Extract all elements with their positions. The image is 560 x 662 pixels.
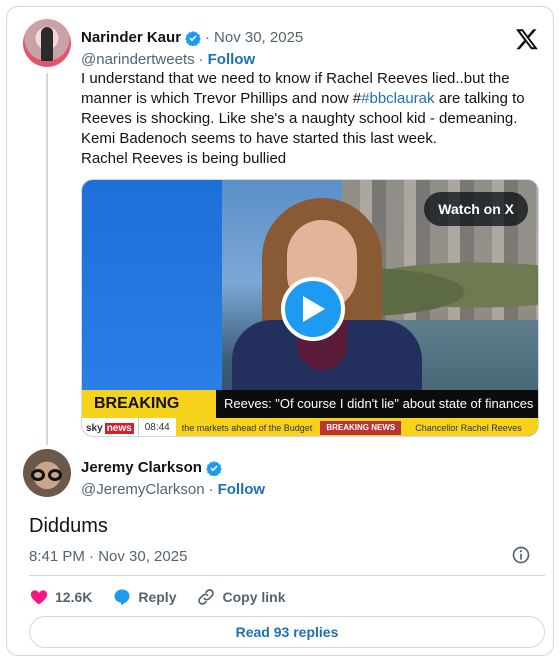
reply-tweet-text: Diddums (29, 515, 108, 537)
watch-on-x-button[interactable]: Watch on X (424, 192, 528, 226)
tweet-embed-card: Narinder Kaur · Nov 30, 2025 @narindertw… (6, 6, 554, 656)
reply-bubble-icon (114, 589, 130, 606)
author-handle[interactable]: @narindertweets (81, 51, 195, 68)
video-thumbnail[interactable]: Watch on X BREAKING NEWS Reeves: "Of cou… (81, 179, 539, 437)
verified-badge-icon (185, 30, 201, 46)
breaking-news-label: BREAKING NEWS (82, 390, 216, 436)
ticker-text: the markets ahead of the Budget (181, 423, 313, 433)
news-headline: Reeves: "Of course I didn't lie" about s… (216, 390, 538, 418)
read-replies-button[interactable]: Read 93 replies (29, 616, 545, 648)
ticker-badge: BREAKING NEWS (320, 421, 402, 435)
hashtag-link[interactable]: #bbclaurak (361, 90, 434, 107)
copy-link-label: Copy link (222, 589, 286, 605)
like-count: 12.6K (55, 589, 93, 605)
avatar[interactable] (23, 19, 71, 67)
play-button[interactable] (281, 277, 345, 341)
action-bar: 12.6K Reply Copy link (29, 585, 306, 609)
author-row: Jeremy Clarkson (81, 459, 222, 476)
tweet-date[interactable]: Nov 30, 2025 (214, 29, 303, 46)
author-name[interactable]: Narinder Kaur (81, 29, 181, 46)
separator-dot: · (205, 29, 211, 46)
glasses-left (31, 469, 45, 481)
verified-badge-icon (206, 460, 222, 476)
author-handle[interactable]: @JeremyClarkson (81, 481, 205, 498)
link-icon (198, 589, 215, 605)
quoted-tweet-text: I understand that we need to know if Rac… (81, 69, 541, 169)
thread-connector-line (46, 73, 48, 445)
tweet-timestamp[interactable]: 8:41 PM · Nov 30, 2025 (29, 548, 187, 565)
heart-icon (30, 590, 48, 605)
ticker-text-secondary: Chancellor Rachel Reeves (415, 423, 522, 433)
like-button[interactable]: 12.6K (29, 587, 92, 607)
studio-backdrop (82, 180, 222, 400)
broadcast-clock: 08:44 (137, 418, 176, 436)
sky-logo-text: sky (86, 422, 103, 434)
handle-row: @narindertweets · Follow (81, 51, 255, 68)
divider (29, 575, 545, 576)
x-logo-icon[interactable] (515, 27, 539, 51)
author-name[interactable]: Jeremy Clarkson (81, 459, 202, 476)
follow-button[interactable]: Follow (208, 51, 256, 68)
quoted-tweet-header: Narinder Kaur · Nov 30, 2025 @narindertw… (23, 17, 543, 73)
handle-row: @JeremyClarkson · Follow (81, 481, 265, 498)
sky-news-logo: sky news (82, 418, 138, 436)
follow-button[interactable]: Follow (218, 481, 266, 498)
news-logo-text: news (104, 422, 134, 434)
reply-label: Reply (138, 589, 177, 605)
separator-dot: · (198, 51, 204, 68)
glasses-right (48, 469, 62, 481)
author-row: Narinder Kaur · Nov 30, 2025 (81, 29, 303, 46)
separator-dot: · (208, 481, 214, 498)
reply-tweet-header: Jeremy Clarkson @JeremyClarkson · Follow (23, 447, 543, 499)
breaking-news-bar: BREAKING NEWS Reeves: "Of course I didn'… (82, 390, 538, 436)
avatar[interactable] (23, 449, 71, 497)
news-ticker: sky news 08:44 the markets ahead of the … (82, 418, 538, 436)
reply-button[interactable]: Reply (112, 587, 176, 607)
copy-link-button[interactable]: Copy link (196, 587, 286, 607)
play-icon (303, 296, 325, 322)
info-icon[interactable] (511, 545, 531, 565)
